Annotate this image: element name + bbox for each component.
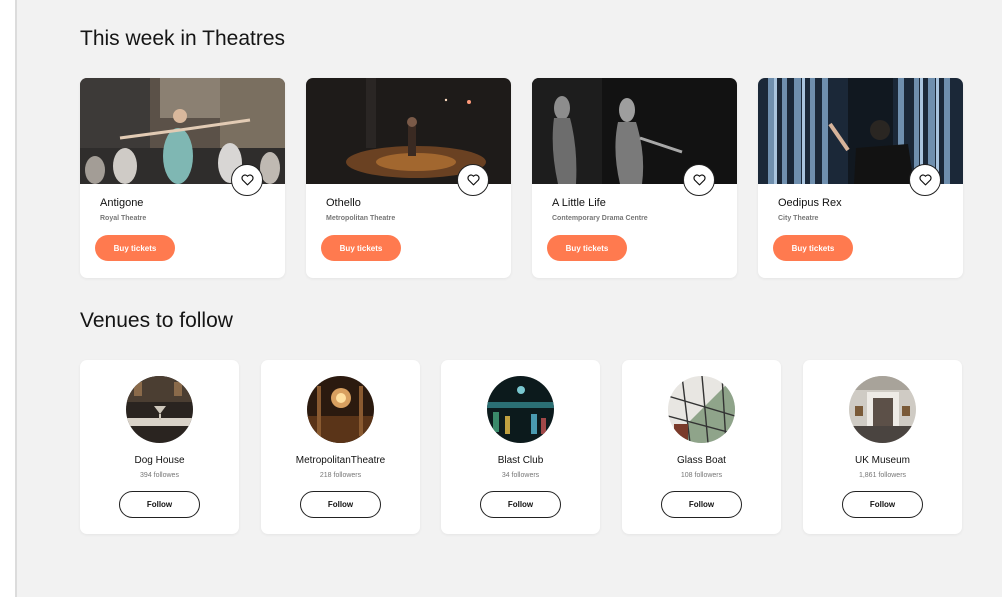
buy-tickets-button[interactable]: Buy tickets: [95, 235, 175, 261]
follow-button[interactable]: Follow: [119, 491, 200, 518]
venue-card-blast-club[interactable]: Blast Club 34 followers Follow: [441, 360, 600, 534]
venue-avatar[interactable]: [126, 376, 193, 443]
venue-followers: 1,861 followers: [858, 472, 907, 479]
venue-name[interactable]: MetropolitanTheatre: [261, 455, 420, 466]
follow-button[interactable]: Follow: [661, 491, 742, 518]
event-title[interactable]: Othello: [326, 197, 361, 209]
section-title-venues: Venues to follow: [80, 309, 233, 332]
event-card-a-little-life[interactable]: A Little Life Contemporary Drama Centre …: [532, 78, 737, 278]
buy-tickets-button[interactable]: Buy tickets: [773, 235, 853, 261]
event-card-oedipus-rex[interactable]: Oedipus Rex City Theatre Buy tickets: [758, 78, 963, 278]
venue-name[interactable]: Blast Club: [441, 455, 600, 466]
favorite-button[interactable]: [457, 164, 489, 196]
event-title[interactable]: Oedipus Rex: [778, 197, 842, 209]
favorite-button[interactable]: [909, 164, 941, 196]
venue-avatar[interactable]: [849, 376, 916, 443]
venue-avatar[interactable]: [487, 376, 554, 443]
venue-name[interactable]: Dog House: [80, 455, 239, 466]
event-title[interactable]: Antigone: [100, 197, 143, 209]
follow-button[interactable]: Follow: [842, 491, 923, 518]
favorite-button[interactable]: [683, 164, 715, 196]
favorite-button[interactable]: [231, 164, 263, 196]
buy-tickets-button[interactable]: Buy tickets: [321, 235, 401, 261]
venue-followers: 218 followers: [319, 472, 362, 479]
venue-name[interactable]: UK Museum: [803, 455, 962, 466]
heart-icon: [918, 174, 932, 186]
venue-card-glass-boat[interactable]: Glass Boat 108 followers Follow: [622, 360, 781, 534]
buy-tickets-button[interactable]: Buy tickets: [547, 235, 627, 261]
venue-name[interactable]: Glass Boat: [622, 455, 781, 466]
event-venue: City Theatre: [778, 215, 819, 222]
event-title[interactable]: A Little Life: [552, 197, 606, 209]
venue-avatar[interactable]: [668, 376, 735, 443]
heart-icon: [692, 174, 706, 186]
venue-followers: 394 followes: [140, 472, 179, 479]
event-card-antigone[interactable]: Antigone Royal Theatre Buy tickets: [80, 78, 285, 278]
venue-card-dog-house[interactable]: Dog House 394 followes Follow: [80, 360, 239, 534]
section-title-theatres: This week in Theatres: [80, 27, 286, 50]
venue-followers: 108 followers: [680, 472, 723, 479]
venue-avatar[interactable]: [307, 376, 374, 443]
venue-followers: 34 followers: [501, 472, 540, 479]
venue-card-metropolitantheatre[interactable]: MetropolitanTheatre 218 followers Follow: [261, 360, 420, 534]
heart-icon: [240, 174, 254, 186]
follow-button[interactable]: Follow: [300, 491, 381, 518]
follow-button[interactable]: Follow: [480, 491, 561, 518]
event-venue: Metropolitan Theatre: [326, 215, 396, 222]
heart-icon: [466, 174, 480, 186]
event-venue: Contemporary Drama Centre: [552, 215, 648, 222]
left-sidebar-rail: [0, 0, 17, 597]
event-card-othello[interactable]: Othello Metropolitan Theatre Buy tickets: [306, 78, 511, 278]
main-content: This week in Theatres Antigone Royal The…: [37, 0, 1002, 597]
venue-card-uk-museum[interactable]: UK Museum 1,861 followers Follow: [803, 360, 962, 534]
event-venue: Royal Theatre: [100, 215, 147, 222]
